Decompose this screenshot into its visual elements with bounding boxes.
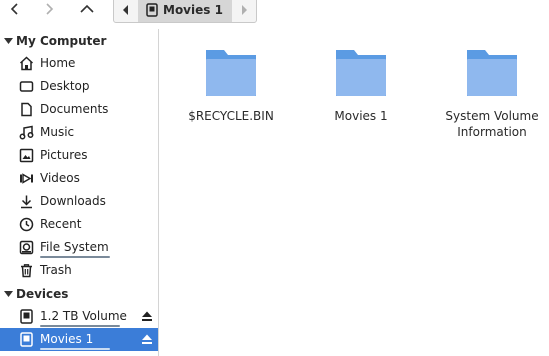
downloads-icon — [21, 195, 32, 209]
sidebar-item-trash[interactable]: Trash — [0, 259, 158, 282]
eject-icon[interactable] — [141, 310, 153, 322]
chevron-left-icon — [10, 3, 18, 15]
sidebar-item-label: Music — [40, 125, 75, 139]
triangle-right-icon — [242, 4, 247, 15]
sidebar-item-videos[interactable]: Videos — [0, 167, 158, 190]
eject-icon[interactable] — [141, 333, 153, 345]
section-header-devices[interactable]: Devices — [0, 283, 159, 305]
sidebar-item-music[interactable]: Music — [0, 121, 158, 144]
usage-bar — [40, 325, 120, 327]
pictures-icon — [19, 148, 34, 163]
file-name: System Volume Information — [445, 109, 539, 139]
drive-icon — [146, 2, 158, 17]
sidebar-item-label: File System — [40, 240, 109, 254]
sidebar-item-label: Documents — [40, 102, 109, 116]
sidebar-item-recent[interactable]: Recent — [0, 213, 158, 236]
music-icon — [19, 125, 34, 140]
section-header-my-computer[interactable]: My Computer — [0, 30, 159, 52]
documents-icon — [21, 102, 32, 117]
path-scroll-left-button[interactable] — [114, 0, 138, 22]
sidebar-item-desktop[interactable]: Desktop — [0, 75, 158, 98]
drive-icon — [20, 332, 33, 347]
chevron-right-icon — [46, 3, 54, 15]
sidebar-item-label: Home — [40, 56, 76, 70]
sidebar-item-label: 1.2 TB Volume — [40, 309, 127, 323]
usage-bar — [40, 256, 110, 258]
home-icon — [19, 56, 34, 71]
sidebar-item-label: Movies 1 — [40, 332, 94, 346]
file-name: $RECYCLE.BIN — [188, 109, 274, 123]
path-bar: Movies 1 — [113, 0, 257, 23]
videos-icon — [20, 173, 33, 184]
sidebar-item-file-system[interactable]: File System — [0, 236, 158, 259]
path-crumb-current[interactable]: Movies 1 — [138, 0, 232, 22]
sidebar-item-label: Downloads — [40, 194, 106, 208]
sidebar-item-label: Trash — [40, 263, 72, 277]
path-crumb-label: Movies 1 — [163, 2, 223, 17]
toolbar: Movies 1 — [0, 0, 549, 23]
triangle-left-icon — [123, 4, 128, 15]
sidebar-item-volume[interactable]: 1.2 TB Volume — [0, 305, 158, 328]
drive-icon — [20, 309, 33, 324]
sidebar-item-documents[interactable]: Documents — [0, 98, 158, 121]
file-item-recycle-bin[interactable]: $RECYCLE.BIN — [171, 46, 291, 124]
folder-icon — [206, 50, 256, 96]
file-view: $RECYCLE.BIN Movies 1 System Volume Info… — [160, 29, 549, 356]
sidebar-item-label: Desktop — [40, 79, 90, 93]
forward-button[interactable] — [34, 0, 64, 18]
folder-icon — [467, 50, 517, 96]
back-button[interactable] — [0, 0, 30, 18]
path-scroll-right-button[interactable] — [232, 0, 256, 22]
sidebar-item-home[interactable]: Home — [0, 52, 158, 75]
desktop-icon — [19, 81, 34, 92]
section-title: Devices — [16, 287, 69, 301]
expand-triangle-icon — [0, 37, 16, 45]
file-item-movies-1[interactable]: Movies 1 — [301, 46, 421, 124]
trash-icon — [21, 264, 32, 278]
recent-icon — [19, 217, 34, 232]
chevron-up-icon — [80, 4, 94, 13]
up-button[interactable] — [72, 0, 102, 18]
sidebar-item-pictures[interactable]: Pictures — [0, 144, 158, 167]
section-title: My Computer — [16, 34, 107, 48]
sidebar-item-label: Recent — [40, 217, 82, 231]
sidebar-item-movies-1[interactable]: Movies 1 — [0, 328, 158, 351]
file-name: Movies 1 — [334, 109, 388, 123]
folder-icon — [336, 50, 386, 96]
filesystem-icon — [19, 240, 34, 255]
file-item-system-volume-information[interactable]: System Volume Information — [432, 46, 549, 140]
sidebar-item-label: Videos — [40, 171, 80, 185]
sidebar-item-downloads[interactable]: Downloads — [0, 190, 158, 213]
usage-bar — [40, 348, 110, 350]
sidebar: My Computer Home Desktop Documents Music — [0, 29, 159, 356]
sidebar-item-label: Pictures — [40, 148, 88, 162]
expand-triangle-icon — [0, 290, 16, 298]
